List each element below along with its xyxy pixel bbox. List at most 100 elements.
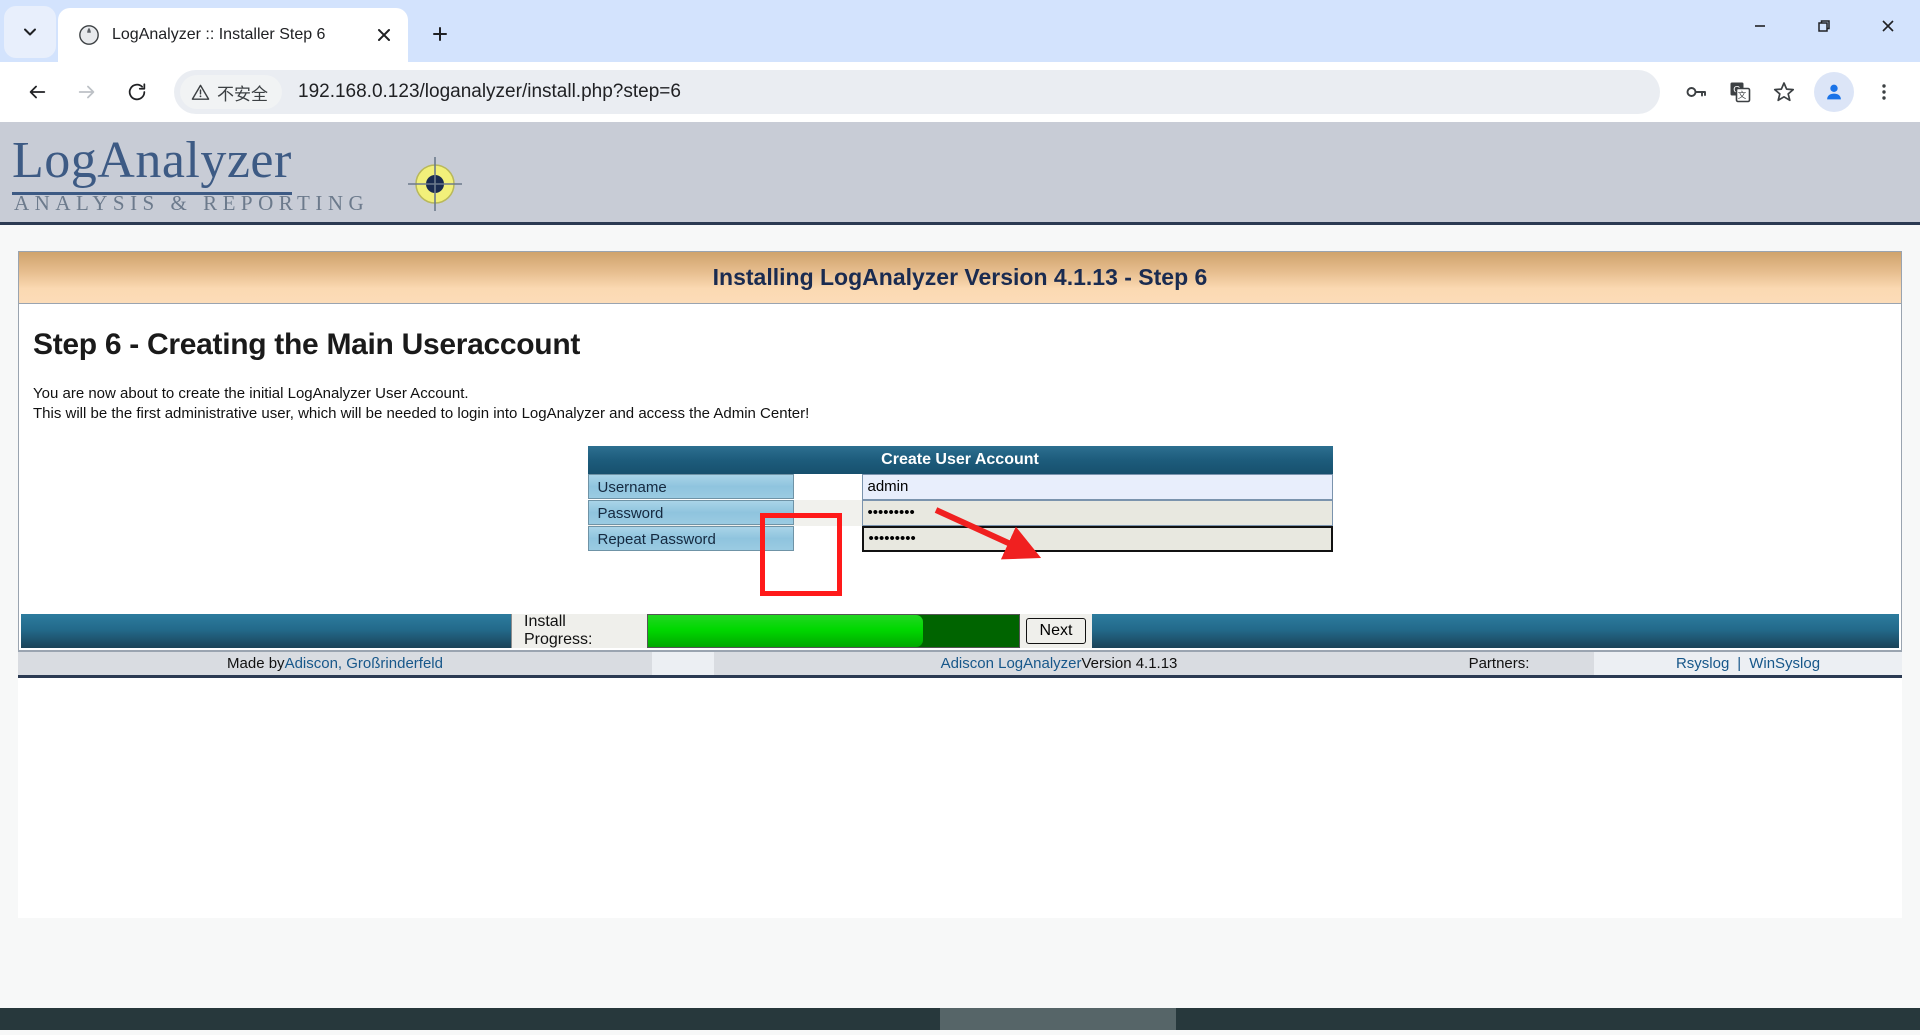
window-controls bbox=[1728, 0, 1920, 52]
installer-body: Step 6 - Creating the Main Useraccount Y… bbox=[19, 304, 1901, 648]
form-bottom-spacer bbox=[19, 552, 1901, 614]
window-close-button[interactable] bbox=[1856, 0, 1920, 52]
browser-tab[interactable]: LogAnalyzer :: Installer Step 6 bbox=[58, 8, 408, 62]
translate-button[interactable]: G 文 bbox=[1718, 70, 1762, 114]
repeat-password-label: Repeat Password bbox=[588, 526, 794, 551]
partner-separator: | bbox=[1737, 655, 1741, 672]
password-input-cell bbox=[862, 500, 1333, 526]
footer-made-by: Made by Adiscon, Großrinderfeld bbox=[18, 652, 652, 675]
username-input[interactable] bbox=[862, 474, 1333, 500]
loganalyzer-logo[interactable]: LogAnalyzer ANALYSIS & REPORTING bbox=[8, 129, 478, 215]
browser-toolbar: 不安全 192.168.0.123/loganalyzer/install.ph… bbox=[0, 62, 1920, 122]
chevron-down-icon bbox=[20, 22, 40, 42]
svg-text:文: 文 bbox=[1738, 90, 1747, 100]
repeat-password-input-cell bbox=[862, 526, 1333, 552]
product-version: Version 4.1.13 bbox=[1082, 655, 1178, 672]
restore-icon bbox=[1816, 18, 1832, 34]
winsyslog-link[interactable]: WinSyslog bbox=[1749, 655, 1820, 672]
create-user-form-wrap: Create User Account Username bbox=[19, 424, 1901, 552]
url-text: 192.168.0.123/loganalyzer/install.php?st… bbox=[298, 81, 681, 103]
tab-close-button[interactable] bbox=[370, 21, 398, 49]
forward-button[interactable] bbox=[64, 69, 110, 115]
install-progress-bar bbox=[647, 614, 1020, 648]
reload-icon bbox=[126, 81, 148, 103]
site-header: LogAnalyzer ANALYSIS & REPORTING bbox=[0, 122, 1920, 225]
form-header-label: Create User Account bbox=[588, 446, 1333, 474]
taskbar-active-window[interactable] bbox=[940, 1008, 1176, 1030]
logo-wordmark: LogAnalyzer bbox=[12, 131, 292, 195]
address-bar[interactable]: 不安全 192.168.0.123/loganalyzer/install.ph… bbox=[174, 70, 1660, 114]
minimize-icon bbox=[1752, 18, 1768, 34]
tab-search-button[interactable] bbox=[4, 6, 56, 58]
password-manager-button[interactable] bbox=[1674, 70, 1718, 114]
rsyslog-link[interactable]: Rsyslog bbox=[1676, 655, 1729, 672]
footer-bar-right-fill bbox=[1092, 614, 1899, 648]
reload-button[interactable] bbox=[114, 69, 160, 115]
footer-gap-1 bbox=[652, 652, 714, 675]
security-label: 不安全 bbox=[217, 80, 268, 105]
form-header-row: Create User Account bbox=[588, 446, 1333, 474]
description-line-2: This will be the first administrative us… bbox=[33, 404, 1901, 424]
back-button[interactable] bbox=[14, 69, 60, 115]
installer-panel: Installing LogAnalyzer Version 4.1.13 - … bbox=[18, 251, 1902, 651]
page-blank-area bbox=[18, 678, 1902, 918]
installer-footer-bar: Install Progress: Next bbox=[21, 614, 1899, 648]
arrow-left-icon bbox=[26, 81, 48, 103]
tab-title: LogAnalyzer :: Installer Step 6 bbox=[112, 26, 358, 44]
password-label: Password bbox=[588, 500, 794, 525]
new-tab-button[interactable] bbox=[420, 14, 460, 54]
toolbar-icon-group: G 文 bbox=[1674, 70, 1906, 114]
chrome-menu-button[interactable] bbox=[1862, 70, 1906, 114]
crosshair-target-icon bbox=[408, 157, 462, 211]
password-input[interactable] bbox=[862, 500, 1333, 526]
adiscon-link[interactable]: Adiscon, Großrinderfeld bbox=[285, 655, 443, 672]
profile-button[interactable] bbox=[1814, 72, 1854, 112]
window-restore-button[interactable] bbox=[1792, 0, 1856, 52]
step-description: You are now about to create the initial … bbox=[19, 362, 1901, 424]
window-minimize-button[interactable] bbox=[1728, 0, 1792, 52]
spacer-cell bbox=[794, 500, 862, 526]
next-button-cell: Next bbox=[1020, 614, 1092, 648]
product-link[interactable]: Adiscon LogAnalyzer bbox=[941, 655, 1082, 672]
logo-tagline: ANALYSIS & REPORTING bbox=[14, 191, 369, 216]
description-line-1: You are now about to create the initial … bbox=[33, 384, 1901, 404]
username-label: Username bbox=[588, 474, 794, 499]
footer-partners-label: Partners: bbox=[1404, 652, 1594, 675]
site-footer: Made by Adiscon, Großrinderfeld Adiscon … bbox=[18, 651, 1902, 678]
table-row: Password bbox=[588, 500, 1333, 526]
made-by-prefix: Made by bbox=[227, 655, 285, 672]
os-taskbar bbox=[0, 1008, 1920, 1030]
site-security-badge[interactable]: 不安全 bbox=[180, 75, 282, 109]
next-button[interactable]: Next bbox=[1026, 618, 1087, 644]
spacer-cell bbox=[794, 474, 862, 500]
page-title: Step 6 - Creating the Main Useraccount bbox=[19, 324, 1901, 362]
create-user-form: Create User Account Username bbox=[588, 446, 1333, 552]
page-content: Installing LogAnalyzer Version 4.1.13 - … bbox=[0, 225, 1920, 918]
close-icon bbox=[376, 27, 392, 43]
username-label-cell: Username bbox=[588, 474, 794, 500]
warning-triangle-icon bbox=[191, 83, 210, 102]
username-input-cell bbox=[862, 474, 1333, 500]
table-row: Repeat Password bbox=[588, 526, 1333, 552]
repeat-password-label-cell: Repeat Password bbox=[588, 526, 794, 552]
footer-partner-links: Rsyslog | WinSyslog bbox=[1594, 652, 1902, 675]
page-viewport: LogAnalyzer ANALYSIS & REPORTING Install… bbox=[0, 122, 1920, 965]
footer-bar-left-fill bbox=[21, 614, 511, 648]
close-icon bbox=[1880, 18, 1896, 34]
bookmark-button[interactable] bbox=[1762, 70, 1806, 114]
globe-icon bbox=[78, 24, 100, 46]
spacer-cell bbox=[794, 526, 862, 552]
installer-banner: Installing LogAnalyzer Version 4.1.13 - … bbox=[19, 252, 1901, 304]
password-label-cell: Password bbox=[588, 500, 794, 526]
arrow-right-icon bbox=[76, 81, 98, 103]
browser-tab-strip: LogAnalyzer :: Installer Step 6 bbox=[0, 0, 1920, 62]
banner-title: Installing LogAnalyzer Version 4.1.13 - … bbox=[713, 264, 1208, 291]
google-translate-icon: G 文 bbox=[1728, 80, 1752, 104]
repeat-password-input[interactable] bbox=[862, 526, 1333, 552]
three-dot-menu-icon bbox=[1874, 82, 1894, 102]
profile-avatar-icon bbox=[1823, 81, 1845, 103]
install-progress-fill bbox=[648, 615, 923, 647]
footer-product: Adiscon LogAnalyzer Version 4.1.13 bbox=[714, 652, 1404, 675]
install-progress-label: Install Progress: bbox=[511, 614, 647, 648]
plus-icon bbox=[430, 24, 450, 44]
